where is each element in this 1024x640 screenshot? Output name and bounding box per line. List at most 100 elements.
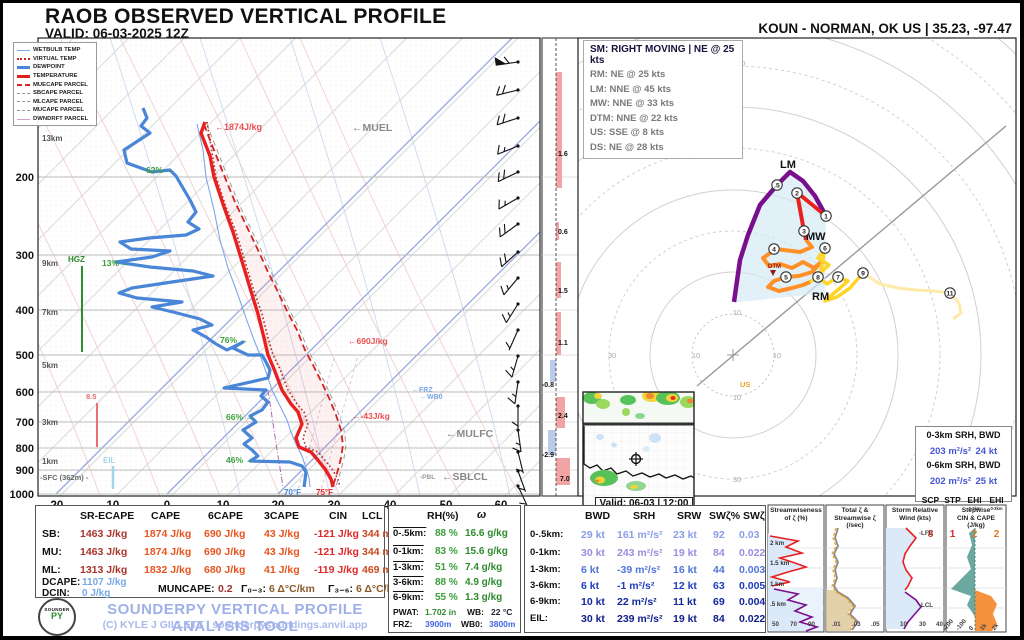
tick: 30: [919, 621, 926, 628]
svg-text:300: 300: [16, 250, 34, 262]
svg-text:200: 200: [16, 172, 34, 184]
ehi1-header: EHI: [967, 495, 982, 505]
legend-label: DWNDRFT PARCEL: [33, 116, 89, 123]
bwd-eil: 30 kt: [581, 613, 605, 625]
svg-text:400: 400: [16, 305, 34, 317]
srw-6-9: 11 kt: [673, 596, 697, 608]
pressure-axis: 200 300 400 500 600 700 800 900 1000: [10, 172, 34, 501]
svg-text:2: 2: [795, 191, 799, 198]
mu-srecape: 1463 J/kg: [80, 546, 128, 558]
sbcape-legend-swatch: [17, 92, 30, 94]
sounderpy-logo: SOUNDER PY: [38, 598, 76, 636]
sfc-dewpoint-f: 70°F: [284, 488, 301, 497]
srh-0-1: 243 m²/s²: [617, 547, 663, 559]
svg-text:10: 10: [773, 351, 781, 360]
wetbulb-legend-swatch: [17, 49, 30, 51]
ehi3-value: 2: [993, 529, 1000, 540]
sfc-temp-f: 75°F: [316, 488, 333, 497]
svg-text:.5: .5: [774, 183, 780, 190]
us-label: US: [740, 380, 750, 389]
srw-0-05: 23 kt: [673, 529, 697, 541]
sm-line: SM: RIGHT MOVING | NE @ 25 kts: [590, 44, 735, 66]
mini3-title: Storm Relative Wind (kts): [891, 507, 939, 522]
svg-text:500: 500: [16, 350, 34, 362]
sb-srecape: 1463 J/kg: [80, 528, 128, 540]
sblcl-label: ←SBLCL: [442, 471, 488, 483]
tick: 50: [772, 621, 779, 628]
col-header: SRH: [633, 510, 656, 522]
srw-1-3: 16 kt: [673, 564, 697, 576]
mini2-title: Total ζ & Streamwise ζ (/sec): [834, 507, 876, 530]
swz-3-6: 0.005: [739, 580, 766, 592]
cape-max-label: ←1874J/kg: [215, 122, 262, 132]
lapse03-label: Γ₀₋₃:: [241, 583, 266, 595]
srw-eil: 19 kt: [673, 613, 697, 625]
cin-label: ←-43J/kg: [352, 411, 390, 421]
rh-header: RH(%): [427, 510, 459, 522]
svg-text:700: 700: [16, 417, 34, 429]
pbl-label: -PBL: [420, 474, 435, 481]
svg-text:1.6: 1.6: [558, 151, 568, 158]
dcape-value: 1107 J/kg: [82, 577, 127, 588]
layer-label: 0-.5km:: [393, 528, 427, 539]
y-2km: 2 km: [770, 540, 785, 547]
virtualtemp-legend-swatch: [17, 57, 30, 60]
svg-text:11: 11: [946, 291, 953, 298]
rh-table: RH(%) ω 0-.5km: 88 % 16.6 g/kg 0-1km: 83…: [388, 505, 521, 633]
thermo-table: SR-ECAPE CAPE 6CAPE 3CAPE CIN LCL SB: 14…: [35, 505, 402, 599]
col-header: SWζ: [743, 510, 765, 522]
legend-label: MLCAPE PARCEL: [33, 98, 84, 105]
svg-text:10: 10: [733, 393, 741, 402]
srh-0-6-value: 202 m²/s²: [929, 476, 972, 487]
ml-srecape: 1313 J/kg: [80, 564, 128, 576]
dewpoint-legend-swatch: [17, 65, 30, 69]
rh-66: 66% →: [226, 412, 254, 422]
layer-label: 0-1km:: [530, 547, 561, 558]
logo-text-bottom: PY: [50, 611, 63, 621]
ml-6cape: 680 J/kg: [204, 564, 246, 576]
srh-0-3-value: 203 m²/s²: [929, 446, 972, 457]
col-header: LCL: [362, 510, 383, 522]
svg-text:0.6: 0.6: [558, 229, 568, 236]
frz-stat-label: FRZ:: [393, 619, 413, 629]
srh-bwd-box: 0-3km SRH, BWD 203 m²/s² 24 kt 0-6km SRH…: [915, 426, 1012, 540]
w-0-1: 15.6 g/kg: [465, 546, 508, 557]
rh-3-6: 88 %: [435, 577, 458, 588]
layer-label: 3-6km:: [393, 577, 424, 588]
legend-label: WETBULB TEMP: [33, 47, 81, 54]
legend-label: TEMPERATURE: [33, 73, 78, 80]
scp-header: SCP: [921, 495, 940, 505]
col-header: 3CAPE: [264, 510, 300, 522]
lfc-tag: -LFC: [919, 530, 934, 537]
layer-label: 3-6km:: [530, 580, 561, 591]
lapse03-value: 6 Δ°C/km: [269, 583, 315, 595]
rm-label: RM: [812, 291, 829, 303]
layer-label: 0-.5km:: [530, 529, 564, 540]
wb-label: WB:: [467, 607, 484, 617]
ehi3-header: EHI: [989, 495, 1004, 505]
ml-3cape: 41 J/kg: [264, 564, 300, 576]
srh-6-9: 22 m²/s²: [617, 596, 657, 608]
pwat-label: PWAT:: [393, 607, 419, 617]
swz-eil: 0.022: [739, 613, 766, 625]
col-header: SRW: [677, 510, 702, 522]
pwat-value: 1.702 in: [425, 607, 457, 617]
mu-3cape: 43 J/kg: [264, 546, 300, 558]
frz-label: ←FRZ: [412, 387, 433, 394]
svg-text:-2.9: -2.9: [542, 452, 554, 459]
svg-text:800: 800: [16, 443, 34, 455]
shear-table: BWD SRH SRW SWζ% SWζ 0-.5km: 29 kt 161 m…: [524, 505, 766, 633]
mw-line: MW: NNE @ 33 kts: [590, 98, 675, 109]
svg-text:7.0: 7.0: [560, 476, 570, 483]
svg-text:1.5: 1.5: [558, 288, 568, 295]
radar-inset: [582, 391, 695, 512]
muncape-label: MUNCAPE:: [158, 583, 215, 595]
bwd-1-3: 6 kt: [581, 564, 600, 576]
legend-label: MUECAPE PARCEL: [33, 81, 88, 88]
svg-text:7km: 7km: [42, 308, 58, 317]
sounderpy-figure: RAOB OBSERVED VERTICAL PROFILE VALID: 06…: [0, 0, 1024, 640]
svg-text:1km: 1km: [42, 457, 58, 466]
rm-line: RM: NE @ 25 kts: [590, 69, 666, 80]
tick: 90: [808, 621, 815, 628]
omega-header: ω: [477, 509, 487, 521]
